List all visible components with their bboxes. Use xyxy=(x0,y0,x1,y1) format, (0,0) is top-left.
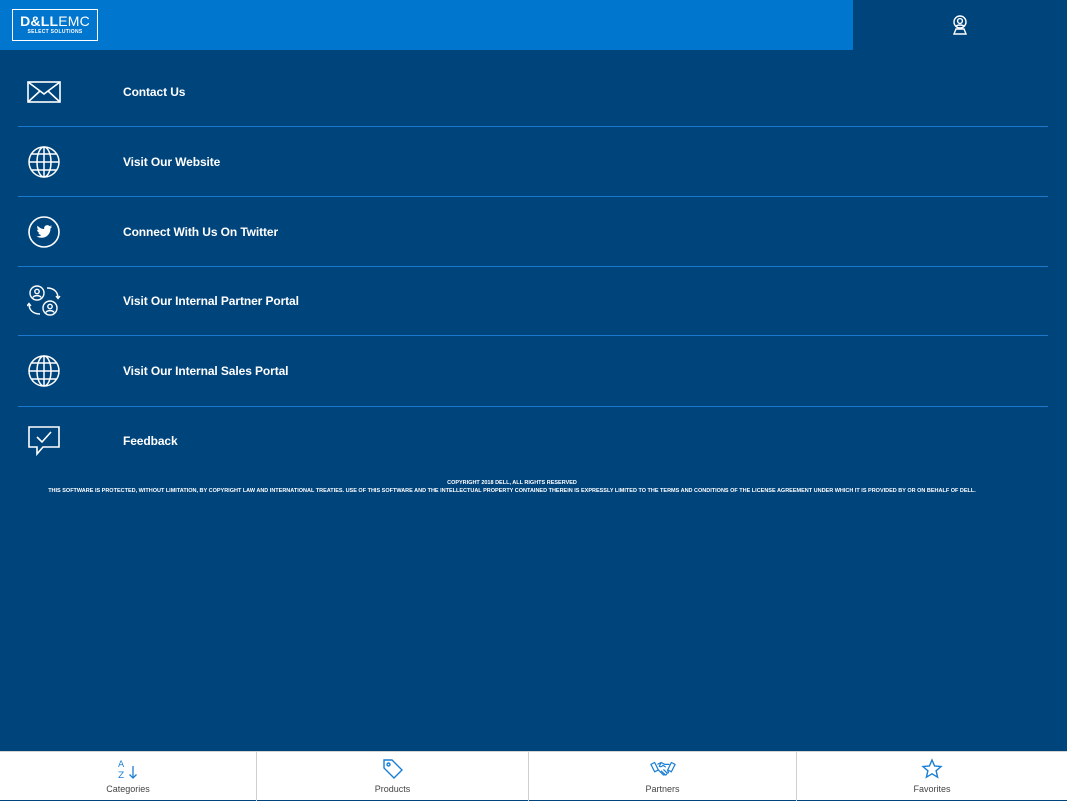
more-menu-list: Contact Us Visit Our Website Connect Wit… xyxy=(18,57,1048,475)
user-badge-icon[interactable] xyxy=(949,14,971,36)
star-icon xyxy=(919,758,945,780)
partner-exchange-icon xyxy=(26,283,62,319)
sort-az-icon: A Z xyxy=(115,758,141,780)
menu-item-twitter[interactable]: Connect With Us On Twitter xyxy=(18,197,1048,267)
tab-partners[interactable]: Partners xyxy=(528,752,796,801)
twitter-icon xyxy=(26,214,62,250)
handshake-icon xyxy=(649,758,676,780)
svg-text:A: A xyxy=(118,760,125,770)
logo-brand-bold: D&LL xyxy=(20,13,59,29)
tab-products[interactable]: Products xyxy=(256,752,528,801)
menu-item-sales-portal[interactable]: Visit Our Internal Sales Portal xyxy=(18,336,1048,407)
logo-brand-light: EMC xyxy=(58,13,90,29)
tab-categories[interactable]: A Z Categories xyxy=(0,752,256,801)
app-header: D&LLEMC SELECT SOLUTIONS xyxy=(0,0,1067,50)
envelope-icon xyxy=(26,74,62,110)
menu-item-feedback[interactable]: Feedback xyxy=(18,407,1048,475)
copyright-line: COPYRIGHT 2018 DELL, ALL RIGHTS RESERVED xyxy=(447,480,577,486)
copyright-notice: COPYRIGHT 2018 DELL, ALL RIGHTS RESERVED… xyxy=(0,479,1024,495)
tab-label: Partners xyxy=(645,784,680,794)
tab-label: Categories xyxy=(106,784,150,794)
logo-subtitle: SELECT SOLUTIONS xyxy=(27,29,83,35)
tag-icon xyxy=(380,758,406,780)
menu-item-label: Visit Our Website xyxy=(123,154,221,169)
license-disclaimer: THIS SOFTWARE IS PROTECTED, WITHOUT LIMI… xyxy=(48,488,976,494)
feedback-chat-icon xyxy=(26,423,62,459)
menu-item-visit-website[interactable]: Visit Our Website xyxy=(18,127,1048,197)
menu-item-label: Visit Our Internal Sales Portal xyxy=(123,364,289,378)
menu-item-contact-us[interactable]: Contact Us xyxy=(18,57,1048,127)
header-brand-bar: D&LLEMC SELECT SOLUTIONS xyxy=(0,0,853,50)
menu-item-label: Connect With Us On Twitter xyxy=(123,224,279,239)
menu-item-label: Visit Our Internal Partner Portal xyxy=(123,294,299,308)
tab-label: Favorites xyxy=(913,784,951,794)
menu-item-partner-portal[interactable]: Visit Our Internal Partner Portal xyxy=(18,267,1048,336)
globe-icon xyxy=(26,353,62,389)
bottom-tab-bar: A Z Categories Products Partners Favorit… xyxy=(0,751,1067,801)
globe-icon xyxy=(26,144,62,180)
tab-favorites[interactable]: Favorites xyxy=(796,752,1067,801)
menu-item-label: Feedback xyxy=(123,434,178,448)
tab-label: Products xyxy=(374,784,411,794)
menu-item-label: Contact Us xyxy=(123,84,186,99)
dell-emc-logo[interactable]: D&LLEMC SELECT SOLUTIONS xyxy=(12,9,98,41)
svg-text:Z: Z xyxy=(118,771,124,780)
